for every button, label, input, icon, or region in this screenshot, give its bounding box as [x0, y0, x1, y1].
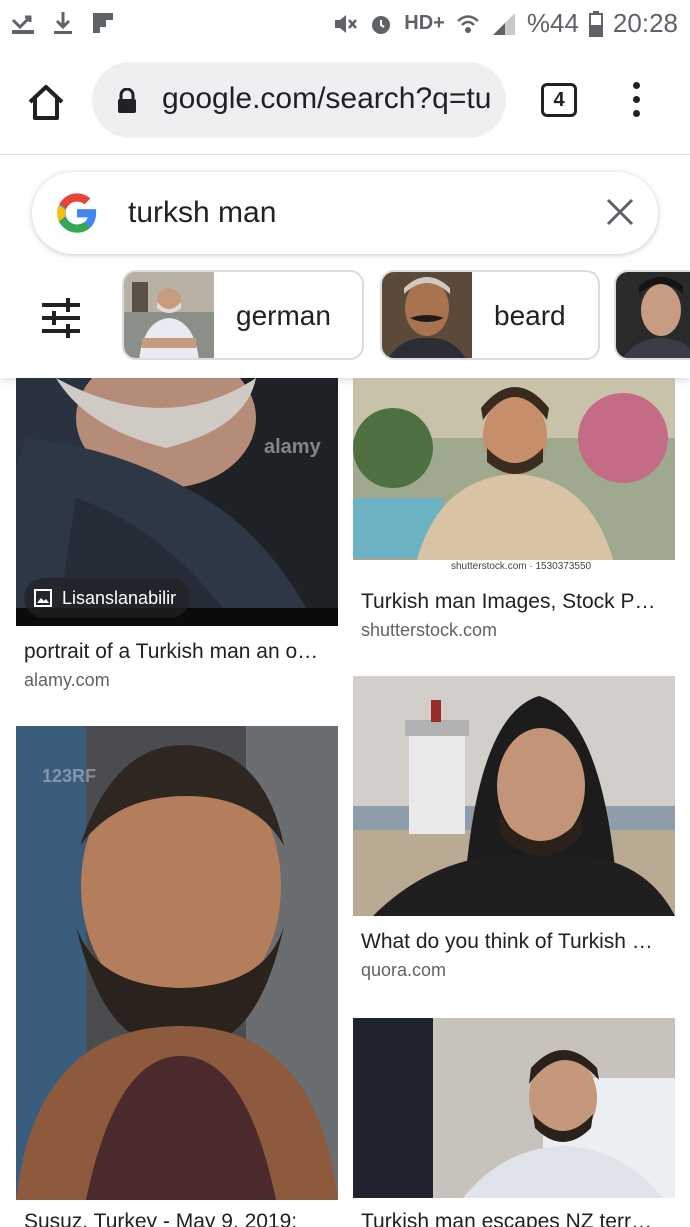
google-logo-icon — [57, 193, 97, 233]
battery-percent: %44 — [526, 8, 579, 38]
battery-icon — [588, 10, 603, 37]
license-badge: Lisanslanabilir — [24, 578, 191, 618]
result-image[interactable]: 123RF — [16, 726, 338, 1200]
suggestion-chips: german beard — [0, 262, 690, 378]
tab-switcher-button[interactable]: 4 — [541, 83, 577, 117]
result-source[interactable]: alamy.com — [24, 670, 110, 691]
license-badge-label: Lisanslanabilir — [62, 587, 177, 608]
image-result-card[interactable]: Turkish man escapes NZ terr… — [353, 1018, 675, 1227]
flipboard-icon — [93, 13, 113, 33]
image-watermark: shutterstock.com · 1530373550 — [451, 561, 592, 572]
result-title[interactable]: What do you think of Turkish … — [361, 930, 653, 954]
chip-german[interactable]: german — [122, 270, 364, 360]
chip-thumbnail — [382, 272, 472, 358]
image-results-grid: alamy Lisanslanabilir portrait of a Turk… — [0, 378, 690, 1227]
download-icon — [54, 12, 72, 34]
network-type: HD+ — [404, 12, 445, 34]
result-title[interactable]: Susuz, Turkey - May 9, 2019: — [24, 1210, 297, 1227]
result-image[interactable] — [353, 676, 675, 916]
result-title[interactable]: Turkish man Images, Stock P… — [361, 590, 655, 614]
alarm-icon — [372, 15, 391, 34]
lock-icon — [118, 88, 136, 113]
filter-tune-icon[interactable] — [40, 298, 82, 338]
signal-icon — [492, 12, 515, 35]
image-watermark: 123RF — [42, 766, 97, 786]
clock: 20:28 — [612, 8, 678, 38]
image-result-card[interactable]: shutterstock.com · 1530373550 Turkish ma… — [353, 378, 675, 648]
search-query[interactable]: turksh man — [128, 196, 276, 230]
image-result-card[interactable]: What do you think of Turkish … quora.com — [353, 676, 675, 988]
chip-label: beard — [494, 300, 566, 331]
chip-beard[interactable]: beard — [380, 270, 600, 360]
result-source[interactable]: quora.com — [361, 960, 446, 981]
chip-third[interactable] — [614, 270, 690, 360]
missed-call-icon — [11, 15, 34, 34]
overflow-menu-icon[interactable] — [626, 82, 646, 122]
home-icon[interactable] — [24, 80, 68, 124]
search-box[interactable]: turksh man — [32, 172, 658, 254]
result-image[interactable]: shutterstock.com · 1530373550 — [353, 378, 675, 576]
wifi-icon — [457, 14, 479, 33]
chip-label: german — [236, 300, 331, 331]
image-result-card[interactable]: alamy Lisanslanabilir portrait of a Turk… — [16, 378, 338, 698]
result-source[interactable]: shutterstock.com — [361, 620, 497, 641]
result-title[interactable]: portrait of a Turkish man an o… — [24, 640, 318, 664]
browser-toolbar: google.com/search?q=tu 4 — [0, 50, 690, 155]
result-image[interactable] — [353, 1018, 675, 1198]
result-image[interactable]: alamy Lisanslanabilir — [16, 378, 338, 626]
chip-thumbnail — [616, 272, 690, 358]
chip-thumbnail — [124, 272, 214, 358]
result-title[interactable]: Turkish man escapes NZ terr… — [361, 1210, 652, 1227]
status-bar: HD+ %44 20:28 — [0, 0, 690, 50]
url-text[interactable]: google.com/search?q=tu — [162, 82, 491, 116]
close-icon[interactable] — [604, 196, 636, 228]
url-bar[interactable]: google.com/search?q=tu — [92, 62, 506, 138]
mute-icon — [335, 14, 358, 33]
image-watermark: alamy — [264, 436, 321, 458]
image-icon — [34, 589, 52, 607]
image-result-card[interactable]: 123RF Susuz, Turkey - May 9, 2019: — [16, 726, 338, 1227]
